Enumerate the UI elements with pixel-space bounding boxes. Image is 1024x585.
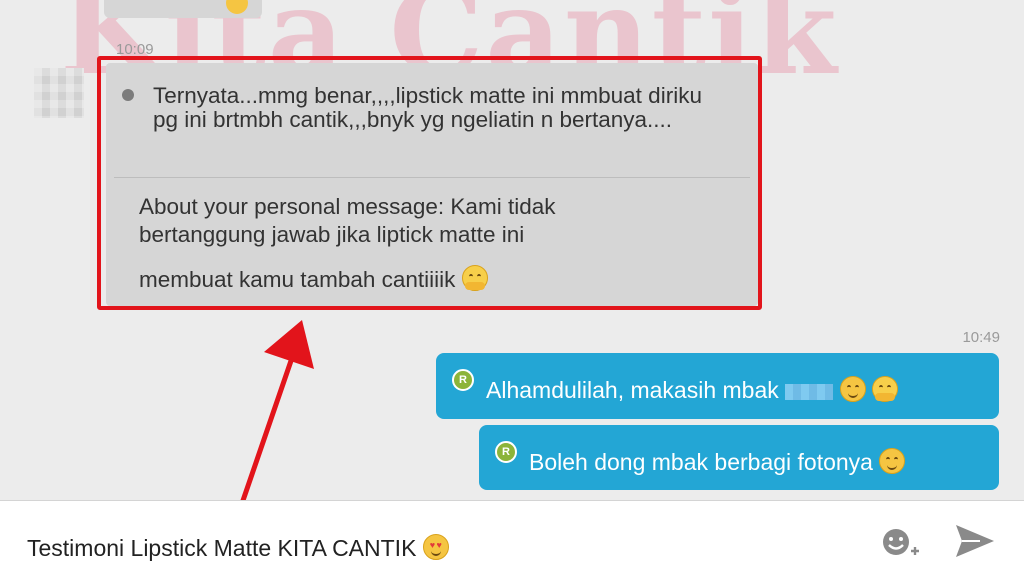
emoji-add-icon[interactable] <box>880 525 920 561</box>
heart-eyes-emoji-icon <box>422 534 449 560</box>
send-icon[interactable] <box>954 522 996 560</box>
message-composer[interactable]: Testimoni Lipstick Matte KITA CANTIK <box>0 500 1024 585</box>
composer-input[interactable]: Testimoni Lipstick Matte KITA CANTIK <box>27 534 449 562</box>
red-arrow-annotation <box>235 320 314 518</box>
